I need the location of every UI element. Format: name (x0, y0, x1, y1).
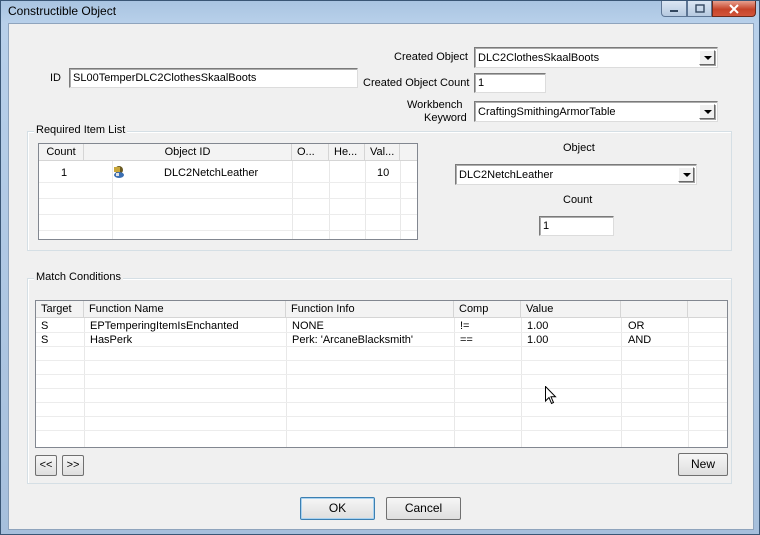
id-label: ID (50, 72, 61, 84)
column-header-value[interactable]: Value (521, 301, 621, 318)
window-title: Constructible Object (8, 4, 117, 18)
new-condition-button[interactable]: New (678, 453, 728, 476)
cell-function-info: Perk: 'ArcaneBlacksmith' (292, 334, 413, 346)
workbench-keyword-value: CraftingSmithingArmorTable (478, 106, 616, 118)
object-dropdown[interactable]: DLC2NetchLeather (455, 164, 697, 185)
column-header-target[interactable]: Target (36, 301, 84, 318)
column-header-val[interactable]: Val... (365, 144, 400, 161)
previous-button[interactable]: << (35, 455, 57, 476)
keyword-label: Keyword (424, 112, 467, 124)
chevron-down-icon[interactable] (699, 104, 715, 119)
row-object-id: DLC2NetchLeather (164, 167, 259, 179)
cell-function-name: HasPerk (90, 334, 133, 346)
column-header-object-id[interactable]: Object ID (84, 144, 292, 161)
mouse-cursor-icon (545, 385, 557, 408)
column-header-o[interactable]: O... (292, 144, 329, 161)
id-field[interactable]: SL00TemperDLC2ClothesSkaalBoots (69, 68, 358, 88)
cell-target: S (41, 334, 49, 346)
minimize-button[interactable] (661, 1, 687, 17)
cell-target: S (41, 320, 49, 332)
ok-button[interactable]: OK (300, 497, 375, 520)
created-count-label: Created Object Count (363, 77, 470, 89)
created-object-dropdown[interactable]: DLC2ClothesSkaalBoots (474, 47, 718, 68)
table-header: Target Function Name Function Info Comp … (36, 301, 727, 318)
required-item-list-title: Required Item List (34, 124, 128, 136)
workbench-label: Workbench (407, 99, 463, 111)
cell-function-info: NONE (292, 320, 324, 332)
created-object-label: Created Object (394, 51, 468, 63)
column-header-logic[interactable] (621, 301, 688, 318)
workbench-keyword-dropdown[interactable]: CraftingSmithingArmorTable (474, 101, 718, 122)
cell-comp: == (460, 334, 473, 346)
close-button[interactable] (712, 1, 756, 17)
chevron-down-icon[interactable] (678, 167, 694, 182)
cancel-button[interactable]: Cancel (386, 497, 461, 520)
required-items-table[interactable]: Count Object ID O... He... Val... 1 DLC2… (38, 143, 418, 240)
chevron-down-icon[interactable] (699, 50, 715, 65)
cell-logic: AND (628, 334, 652, 346)
cell-value: 1.00 (527, 320, 549, 332)
created-count-field[interactable]: 1 (474, 73, 546, 93)
table-header: Count Object ID O... He... Val... (39, 144, 417, 161)
count-field[interactable]: 1 (539, 216, 614, 236)
maximize-icon (694, 3, 705, 13)
title-bar[interactable]: Constructible Object (1, 1, 759, 23)
row-val: 10 (377, 167, 390, 179)
object-label: Object (563, 142, 595, 154)
next-button[interactable]: >> (62, 455, 84, 476)
dialog-body: Created Object DLC2ClothesSkaalBoots ID … (8, 23, 754, 530)
match-conditions-table[interactable]: Target Function Name Function Info Comp … (35, 300, 728, 448)
close-icon (729, 3, 739, 14)
column-header-comp[interactable]: Comp (454, 301, 521, 318)
minimize-icon (670, 9, 678, 12)
column-header-he[interactable]: He... (329, 144, 365, 161)
match-conditions-title: Match Conditions (34, 271, 123, 283)
cell-logic: OR (628, 320, 645, 332)
cell-comp: != (460, 320, 470, 332)
column-header-function-info[interactable]: Function Info (286, 301, 454, 318)
column-header-count[interactable]: Count (39, 144, 84, 161)
dialog-window: Constructible Object Created Object DLC2… (0, 0, 760, 535)
column-header-function-name[interactable]: Function Name (84, 301, 286, 318)
row-count: 1 (61, 167, 68, 179)
item-object-icon (111, 164, 127, 183)
maximize-button[interactable] (687, 1, 712, 17)
created-object-value: DLC2ClothesSkaalBoots (478, 52, 600, 64)
cell-function-name: EPTemperingItemIsEnchanted (90, 320, 239, 332)
count-label: Count (563, 194, 593, 206)
cell-value: 1.00 (527, 334, 549, 346)
object-dropdown-value: DLC2NetchLeather (459, 169, 554, 181)
